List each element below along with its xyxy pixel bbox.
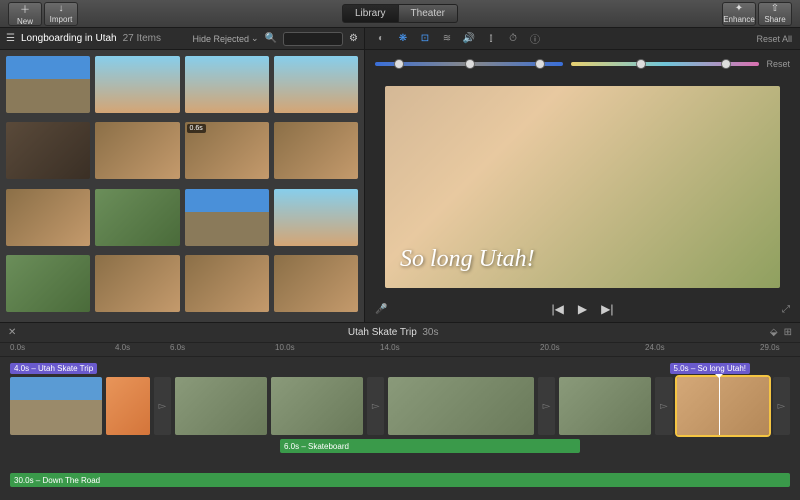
library-clip[interactable] bbox=[185, 56, 269, 113]
library-clip[interactable] bbox=[274, 189, 358, 246]
video-clip[interactable] bbox=[559, 377, 651, 435]
reset-button[interactable]: Reset bbox=[767, 59, 791, 69]
transition[interactable]: ▻ bbox=[154, 377, 171, 435]
transition[interactable]: ▻ bbox=[538, 377, 555, 435]
enhance-button[interactable]: ✦Enhance bbox=[722, 2, 756, 26]
noise-icon[interactable]: ⫾ bbox=[483, 31, 499, 47]
transition[interactable]: ▻ bbox=[367, 377, 384, 435]
transition[interactable]: ▻ bbox=[773, 377, 790, 435]
library-panel: ☰ Longboarding in Utah 27 Items Hide Rej… bbox=[0, 28, 365, 322]
preview-panel: ◐ ❋ ⊡ ≋ 🔊 ⫾ ⏱ ⓘ Reset All Reset So long … bbox=[365, 28, 800, 322]
color-slider[interactable] bbox=[571, 62, 759, 66]
tick: 14.0s bbox=[380, 343, 400, 352]
mic-icon[interactable]: 🎤 bbox=[375, 304, 387, 315]
transition[interactable]: ▻ bbox=[655, 377, 672, 435]
music-clip[interactable]: 30.0s – Down The Road bbox=[10, 473, 790, 487]
video-track: ▻ ▻ ▻ ▻ ▻ bbox=[10, 377, 790, 435]
close-icon[interactable]: ✕ bbox=[8, 327, 16, 338]
duration-badge: 0.6s bbox=[187, 124, 206, 133]
filter-dropdown[interactable]: Hide Rejected ⌄ bbox=[193, 33, 259, 44]
library-clip[interactable] bbox=[95, 189, 179, 246]
speed-icon[interactable]: ⏱ bbox=[505, 31, 521, 47]
preview-caption: So long Utah! bbox=[400, 246, 535, 273]
library-clip[interactable] bbox=[274, 122, 358, 179]
library-clip[interactable] bbox=[95, 56, 179, 113]
preview-frame[interactable]: So long Utah! bbox=[385, 86, 780, 288]
library-clip[interactable] bbox=[274, 56, 358, 113]
library-clip[interactable] bbox=[6, 255, 90, 312]
tick: 10.0s bbox=[275, 343, 295, 352]
library-count: 27 Items bbox=[123, 33, 161, 44]
title-clip[interactable]: 4.0s – Utah Skate Trip bbox=[10, 363, 97, 374]
tick: 4.0s bbox=[115, 343, 130, 352]
crop-icon[interactable]: ⊡ bbox=[417, 31, 433, 47]
search-icon: 🔍 bbox=[265, 33, 277, 44]
library-title: Longboarding in Utah bbox=[21, 33, 117, 44]
video-clip[interactable] bbox=[388, 377, 533, 435]
fullscreen-icon[interactable]: ⤢ bbox=[782, 304, 790, 315]
library-clip[interactable] bbox=[185, 255, 269, 312]
library-clip[interactable] bbox=[185, 189, 269, 246]
toolbar: ＋New ↓Import Library Theater ✦Enhance ⇧S… bbox=[0, 0, 800, 28]
library-grid: 0.6s bbox=[0, 50, 364, 322]
video-clip-selected[interactable] bbox=[677, 377, 769, 435]
library-clip[interactable] bbox=[6, 122, 90, 179]
library-clip[interactable] bbox=[6, 189, 90, 246]
tick: 6.0s bbox=[170, 343, 185, 352]
info-icon[interactable]: ⓘ bbox=[527, 31, 543, 47]
tab-library[interactable]: Library bbox=[342, 4, 399, 23]
title-clip[interactable]: 5.0s – So long Utah! bbox=[670, 363, 751, 374]
music-track: 30.0s – Down The Road bbox=[10, 473, 790, 487]
video-clip[interactable] bbox=[271, 377, 363, 435]
library-toggle-icon[interactable]: ☰ bbox=[6, 33, 15, 44]
volume-icon[interactable]: 🔊 bbox=[461, 31, 477, 47]
project-duration: 30s bbox=[422, 327, 438, 338]
library-clip[interactable] bbox=[274, 255, 358, 312]
settings-icon[interactable]: ⚙ bbox=[349, 33, 358, 44]
color-balance-icon[interactable]: ◐ bbox=[373, 31, 389, 47]
tick: 0.0s bbox=[10, 343, 25, 352]
video-clip[interactable] bbox=[175, 377, 267, 435]
chevron-down-icon: ⌄ bbox=[251, 33, 259, 44]
timeline-panel: ✕ Utah Skate Trip 30s ⬙ ⊞ 0.0s 4.0s 6.0s … bbox=[0, 322, 800, 500]
tab-theater[interactable]: Theater bbox=[399, 4, 458, 23]
audio-clip[interactable]: 6.0s – Skateboard bbox=[280, 439, 580, 453]
settings-icon[interactable]: ⊞ bbox=[784, 327, 792, 338]
library-clip[interactable] bbox=[95, 122, 179, 179]
playhead[interactable] bbox=[719, 377, 720, 435]
new-button[interactable]: ＋New bbox=[8, 2, 42, 26]
stabilize-icon[interactable]: ≋ bbox=[439, 31, 455, 47]
tick: 29.0s bbox=[760, 343, 780, 352]
import-button[interactable]: ↓Import bbox=[44, 2, 78, 26]
play-button[interactable]: ▶ bbox=[578, 302, 587, 316]
timeline-ruler[interactable]: 0.0s 4.0s 6.0s 10.0s 14.0s 20.0s 24.0s 2… bbox=[0, 343, 800, 357]
video-clip[interactable] bbox=[106, 377, 150, 435]
library-clip[interactable]: 0.6s bbox=[185, 122, 269, 179]
tick: 20.0s bbox=[540, 343, 560, 352]
prev-button[interactable]: |◀ bbox=[552, 302, 564, 316]
reset-all-button[interactable]: Reset All bbox=[756, 34, 792, 44]
preview-viewer: So long Utah! bbox=[365, 78, 800, 296]
next-button[interactable]: ▶| bbox=[601, 302, 613, 316]
library-clip[interactable] bbox=[95, 255, 179, 312]
video-clip[interactable] bbox=[10, 377, 102, 435]
project-title: Utah Skate Trip bbox=[348, 327, 417, 338]
color-correct-icon[interactable]: ❋ bbox=[395, 31, 411, 47]
search-input[interactable] bbox=[283, 32, 343, 46]
share-button[interactable]: ⇧Share bbox=[758, 2, 792, 26]
tick: 24.0s bbox=[645, 343, 665, 352]
marker-icon[interactable]: ⬙ bbox=[770, 327, 778, 338]
library-clip[interactable] bbox=[6, 56, 90, 113]
exposure-slider[interactable] bbox=[375, 62, 563, 66]
audio-track: 6.0s – Skateboard bbox=[10, 439, 790, 453]
